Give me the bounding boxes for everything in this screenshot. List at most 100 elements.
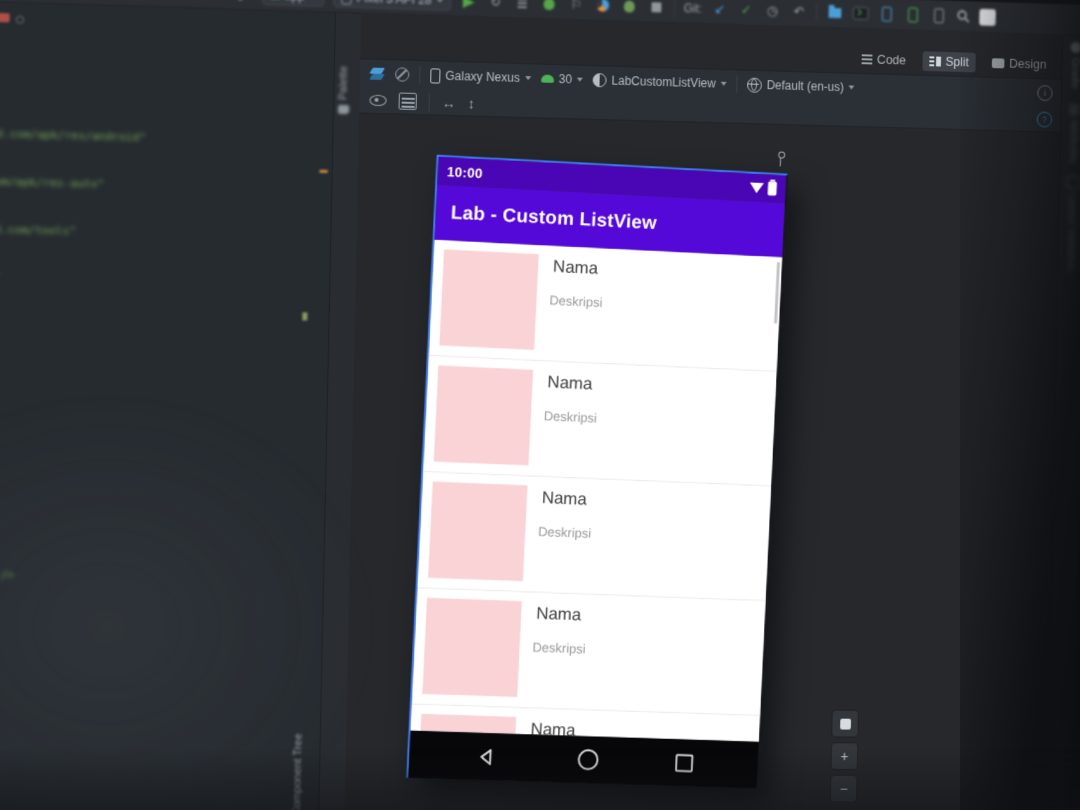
zoom-controls: + − [829, 709, 859, 803]
zoom-fit-icon [839, 718, 851, 730]
chevron-down-icon [720, 81, 727, 86]
info-icon[interactable]: i [1037, 85, 1053, 102]
item-thumbnail [439, 249, 539, 350]
locale-picker[interactable]: Default (en-us) [746, 77, 855, 95]
theme-picker-label: LabCustomListView [611, 73, 716, 91]
wifi-icon [749, 182, 764, 194]
item-thumbnail [422, 597, 522, 698]
zoom-in-button[interactable]: + [830, 742, 859, 771]
notifications-icon[interactable] [979, 8, 997, 26]
tab-code[interactable]: Code [855, 49, 913, 70]
layout-list-icon[interactable] [398, 92, 417, 111]
item-title: Nama [547, 372, 593, 394]
search-icon[interactable] [957, 9, 972, 24]
tab-code-label: Code [876, 52, 907, 68]
code-line[interactable]: …t" [0, 270, 143, 295]
battery-icon [767, 181, 778, 196]
xml-code[interactable]: …id.com/apk/res/android" …com/apk/res-au… [0, 100, 147, 617]
run-configuration-select[interactable]: app [262, 0, 325, 7]
apply-changes-button[interactable]: ↻ [486, 0, 504, 11]
code-line[interactable]: …g" [0, 318, 142, 342]
design-surface-icon[interactable] [369, 67, 386, 80]
nav-back-icon[interactable] [476, 746, 497, 767]
git-commit-button[interactable]: ✓ [737, 1, 755, 19]
zoom-out-button[interactable]: − [829, 774, 858, 803]
tab-split[interactable]: Split [922, 51, 976, 73]
nav-home-icon[interactable] [577, 748, 599, 771]
attributes-tab[interactable]: Attributes [1067, 104, 1080, 162]
toolbar-divider [419, 65, 421, 85]
project-structure-icon[interactable] [826, 3, 844, 21]
scrollbar-warning-marker[interactable] [319, 169, 328, 173]
color-off-icon[interactable] [395, 67, 410, 82]
theme-picker[interactable]: LabCustomListView [592, 73, 727, 91]
terminal-icon[interactable] [852, 4, 870, 22]
code-icon [861, 58, 873, 61]
view-options-icon[interactable] [369, 94, 387, 107]
code-line[interactable]: …id.com/apk/res/android" [0, 127, 146, 153]
android-nav-bar [408, 730, 759, 789]
git-update-button[interactable]: ↙ [711, 0, 729, 18]
locale-picker-label: Default (en-us) [766, 78, 845, 95]
device-file-explorer-icon [1055, 720, 1068, 734]
tab-design[interactable]: Design [985, 53, 1053, 75]
code-line[interactable]: …w" [0, 520, 138, 543]
code-line[interactable]: …id.com/tools" [0, 222, 144, 247]
sync-project-button[interactable] [513, 0, 531, 12]
stop-button[interactable] [647, 0, 665, 16]
code-line[interactable]: …com/apk/res-auto" [0, 175, 145, 200]
profile-apk-button[interactable] [621, 0, 639, 15]
toolbar-divider [816, 3, 818, 21]
toolbar-divider [673, 0, 676, 17]
device-file-explorer-tab[interactable]: Device File Explorer [1053, 720, 1068, 810]
component-tree-tab[interactable]: Component Tree [289, 733, 304, 810]
toolbar-divider [736, 75, 738, 94]
split-icon [929, 56, 941, 67]
profiler-button[interactable] [594, 0, 612, 14]
device-picker[interactable]: Galaxy Nexus [430, 67, 531, 86]
red-tab-marker [0, 12, 10, 23]
device-select[interactable]: Pixel 3 API 28 [333, 0, 451, 11]
git-history-button[interactable]: ◷ [764, 1, 782, 19]
component-tree-label: Component Tree [290, 733, 305, 810]
running-devices-icon[interactable] [904, 6, 922, 24]
palette-label: Palette [337, 65, 351, 101]
debug-button[interactable] [540, 0, 558, 13]
listview[interactable]: Nama Deskripsi Nama Deskripsi Nama Deskr… [410, 239, 783, 742]
tab-design-label: Design [1009, 56, 1047, 72]
item-title: Nama [541, 488, 588, 509]
gradle-tab[interactable]: Gradle [1069, 42, 1080, 89]
status-time: 10:00 [446, 163, 484, 181]
zoom-fit-button[interactable] [831, 709, 859, 738]
layout-validation-tab[interactable]: Layout Validation [1065, 175, 1080, 272]
git-label: Git: [683, 0, 703, 16]
android-icon [540, 74, 554, 83]
device-icon [341, 0, 352, 5]
attach-debugger-button[interactable]: ⚐ [567, 0, 585, 14]
item-subtitle: Deskripsi [543, 408, 598, 426]
design-icon [991, 58, 1005, 69]
build-wrench-icon[interactable] [237, 0, 254, 2]
run-button[interactable]: ▶ [460, 0, 478, 10]
git-rollback-button[interactable]: ↶ [790, 2, 808, 20]
device-manager-icon[interactable] [878, 5, 896, 23]
chevron-down-icon [524, 76, 531, 81]
sdk-manager-icon[interactable] [931, 7, 949, 25]
list-item[interactable]: Nama Deskripsi [423, 355, 777, 487]
nav-recents-icon[interactable] [674, 753, 694, 772]
palette-tab[interactable]: Palette [337, 66, 350, 115]
list-item[interactable]: Nama Deskripsi [411, 588, 766, 717]
list-item[interactable]: Nama Deskripsi [417, 472, 772, 602]
code-editor-pane[interactable]: …id.com/apk/res/android" …com/apk/res-au… [0, 2, 336, 810]
device-file-explorer-label: Device File Explorer [1053, 738, 1068, 810]
list-item[interactable]: Nama Deskripsi [428, 239, 783, 372]
api-picker[interactable]: 30 [540, 72, 583, 87]
item-subtitle: Deskripsi [537, 523, 592, 541]
orientation-vertical-icon[interactable]: ↕ [468, 95, 475, 111]
orientation-horizontal-icon[interactable]: ↔ [442, 94, 456, 110]
help-icon[interactable]: ? [1036, 110, 1053, 128]
phone-preview[interactable]: 10:00 Lab - Custom ListView Nama Deskrip… [406, 154, 789, 789]
attributes-label: Attributes [1067, 118, 1080, 163]
code-line[interactable]: …r" [0, 472, 139, 495]
code-line[interactable]: …w" /> [0, 568, 137, 591]
